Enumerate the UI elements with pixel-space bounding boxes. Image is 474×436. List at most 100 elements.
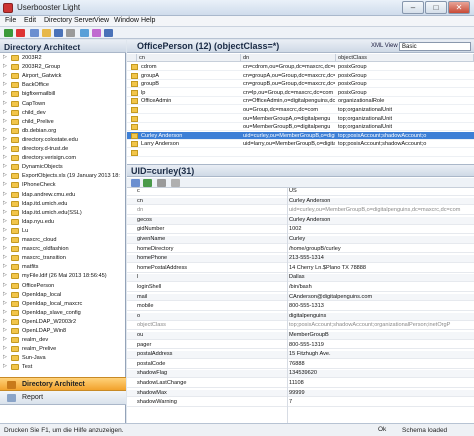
expand-icon[interactable]: ▷: [3, 227, 8, 233]
attribute-value[interactable]: 11108: [289, 380, 472, 388]
expand-icon[interactable]: ▷: [3, 209, 8, 215]
expand-icon[interactable]: ▷: [3, 200, 8, 206]
attribute-row[interactable]: shadowWarning 7: [127, 399, 474, 407]
expand-icon[interactable]: ▷: [3, 127, 8, 133]
expand-icon[interactable]: ▷: [3, 82, 8, 87]
expand-icon[interactable]: ▷: [3, 218, 8, 224]
tree-item[interactable]: ▷ maxcrc_cloud: [0, 236, 126, 244]
expand-icon[interactable]: ▷: [3, 300, 8, 306]
attribute-value[interactable]: US: [289, 188, 472, 196]
menu-help[interactable]: Help: [141, 17, 155, 24]
tree-item[interactable]: ▷ OpenLDAP_Win8: [0, 327, 126, 335]
attribute-value[interactable]: CAnderson@digitalpenguins.com: [289, 294, 472, 302]
dropdown-icon[interactable]: [171, 179, 180, 187]
attribute-value[interactable]: Curley Anderson: [289, 217, 472, 225]
attribute-row[interactable]: objectClass top;posixAccount;shadowAccoun…: [127, 322, 474, 331]
table-row[interactable]: cdrom cn=cdrom,ou=Group,dc=maxcrc,dc=com p…: [127, 63, 474, 71]
table-row[interactable]: lp cn=lp,ou=Group,dc=maxcrc,dc=com posixGr…: [127, 89, 474, 97]
tree-item[interactable]: ▷ Lu: [0, 227, 126, 235]
expand-icon[interactable]: ▷: [3, 118, 8, 124]
tree-item[interactable]: ▷ OpenIdap_local_maxcrc: [0, 300, 126, 308]
new-icon[interactable]: [30, 29, 39, 37]
attribute-row[interactable]: mail CAnderson@digitalpenguins.com: [127, 293, 474, 302]
tree-item[interactable]: ▷ CapTown: [0, 100, 126, 108]
expand-icon[interactable]: ▷: [3, 282, 8, 288]
tree-item[interactable]: ▷ bigfixemailbill: [0, 90, 126, 98]
tree-item[interactable]: ▷ directory.verisign.com: [0, 154, 126, 162]
attribute-row[interactable]: o digitalpenguins: [127, 312, 474, 321]
connect-icon[interactable]: [4, 29, 13, 37]
expand-icon[interactable]: ▷: [3, 337, 8, 342]
attribute-row[interactable]: c US: [127, 188, 474, 196]
tree-item[interactable]: ▷ myFile.ldif (26 Mai 2013 18:56:45): [0, 272, 126, 280]
disconnect-icon[interactable]: [16, 29, 25, 37]
edit-icon[interactable]: [131, 179, 140, 187]
attribute-value[interactable]: top;posixAccount;shadowAccount;organizat…: [289, 322, 472, 330]
table-row[interactable]: groupB cn=groupB,ou=Group,dc=maxcrc,dc=co…: [127, 80, 474, 89]
minimize-button[interactable]: –: [402, 1, 424, 14]
menu-window[interactable]: Window: [114, 17, 139, 24]
attribute-value[interactable]: 800-555-1319: [289, 342, 472, 350]
expand-icon[interactable]: ▷: [3, 136, 8, 142]
attribute-value[interactable]: 14 Cherry Ln.$Plano TX 78888: [289, 265, 472, 273]
attribute-row[interactable]: mobile 800-555-1313: [127, 303, 474, 311]
attribute-row[interactable]: shadowLastChange 11108: [127, 380, 474, 388]
table-row[interactable]: OfficeAdmin cn=OfficeAdmin,o=digitalpengu…: [127, 97, 474, 106]
open-icon[interactable]: [42, 29, 51, 37]
table-row[interactable]: [127, 149, 474, 157]
tree-item[interactable]: ▷ db.debian.org: [0, 127, 126, 135]
expand-icon[interactable]: ▷: [3, 55, 8, 60]
menu-view[interactable]: View: [94, 17, 109, 24]
columns-icon[interactable]: [157, 179, 166, 187]
attribute-value[interactable]: MemberGroupB: [289, 332, 472, 340]
attribute-value[interactable]: 7: [289, 399, 472, 407]
expand-icon[interactable]: ▷: [3, 173, 8, 178]
attribute-row[interactable]: shadowMax 99999: [127, 389, 474, 398]
xml-view-link[interactable]: XML View: [371, 43, 398, 49]
tree-item[interactable]: ▷ matfits: [0, 263, 126, 271]
attribute-row[interactable]: pager 800-555-1319: [127, 342, 474, 350]
attribute-value[interactable]: digitalpenguins: [289, 313, 472, 321]
attribute-value[interactable]: Dallas: [289, 274, 472, 282]
tree-item[interactable]: ▷ 2003R2_Group: [0, 63, 126, 71]
table-row[interactable]: Larry Anderson uid=larry,ou=MemberGroupB,…: [127, 140, 474, 149]
attribute-row[interactable]: cn Curley Anderson: [127, 197, 474, 206]
tree-item[interactable]: ▷ ldap.nyu.edu: [0, 218, 126, 226]
attribute-row[interactable]: loginShell/bin/bash: [127, 284, 474, 292]
tree-item[interactable]: ▷ ldap.itd.umich.edu: [0, 200, 126, 208]
tree-item[interactable]: ▷ ldap.andrew.cmu.edu: [0, 191, 126, 199]
attribute-row[interactable]: l Dallas: [127, 274, 474, 283]
attribute-row[interactable]: dn uid=curley,ou=MemberGroupB,o=digitalpe…: [127, 207, 474, 215]
expand-icon[interactable]: ▷: [3, 146, 8, 151]
tree-item[interactable]: ▷ ExportObjects.xls (19 January 2013 18:: [0, 172, 126, 180]
expand-icon[interactable]: ▷: [3, 91, 8, 96]
expand-icon[interactable]: ▷: [3, 182, 8, 187]
attribute-row[interactable]: homeDirectory/home/groupB/curley: [127, 246, 474, 254]
attribute-value[interactable]: 99999: [289, 390, 472, 398]
table-row[interactable]: ou=MemberGroupB,o=digitalpengu top;organi…: [127, 123, 474, 132]
table-row[interactable]: ou=MemberGroupA,o=digitalpengu top;organi…: [127, 115, 474, 123]
tree-item[interactable]: ▷ child_dev: [0, 109, 126, 117]
table-row[interactable]: ou=Group,dc=maxcrc,dc=com top;organizatio…: [127, 106, 474, 114]
attribute-row[interactable]: gecos Curley Anderson: [127, 216, 474, 225]
connection-tree[interactable]: ▷ 2003R2 ▷ 2003R2_Group ▷ Airport_Gatwick ▷ Bac…: [0, 54, 126, 377]
tree-item[interactable]: ▷ realm_dev: [0, 336, 126, 344]
expand-icon[interactable]: ▷: [3, 237, 8, 242]
table-row[interactable]: groupA cn=groupA,ou=Group,dc=maxcrc,dc=co…: [127, 72, 474, 80]
tree-item[interactable]: ▷ BackOffice: [0, 81, 126, 89]
add-attribute-icon[interactable]: [143, 179, 152, 187]
expand-icon[interactable]: ▷: [3, 155, 8, 160]
column-dn[interactable]: dn: [241, 54, 336, 62]
close-button[interactable]: ✕: [448, 1, 470, 14]
tree-item[interactable]: ▷ Test: [0, 363, 126, 371]
attribute-row[interactable]: ou MemberGroupB: [127, 332, 474, 340]
expand-icon[interactable]: ▷: [3, 164, 8, 169]
expand-icon[interactable]: ▷: [3, 255, 8, 260]
tree-item[interactable]: ▷ DynamicObjects: [0, 163, 126, 171]
search-icon[interactable]: [80, 29, 89, 37]
expand-icon[interactable]: ▷: [3, 291, 8, 297]
attribute-value[interactable]: 76888: [289, 361, 472, 369]
tree-item[interactable]: ▷ Sun-Java: [0, 354, 126, 362]
expand-icon[interactable]: ▷: [3, 73, 8, 78]
tree-item[interactable]: ▷ OfficePerson: [0, 282, 126, 290]
